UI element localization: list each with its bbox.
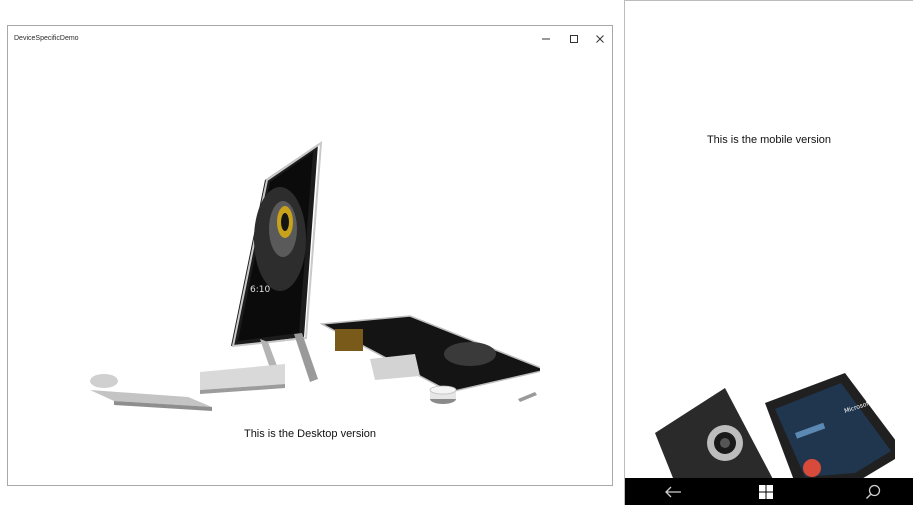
back-arrow-icon [665, 486, 681, 497]
desktop-caption: This is the Desktop version [243, 428, 377, 440]
title-bar[interactable]: DeviceSpecificDemo [8, 26, 612, 56]
search-button[interactable] [853, 478, 893, 505]
desktop-app-window: DeviceSpecificDemo 6:10 This is the Desk… [7, 25, 613, 486]
mobile-nav-bar [625, 478, 913, 505]
start-button[interactable] [746, 478, 786, 505]
minimize-button[interactable] [533, 26, 559, 52]
screen-clock: 6:10 [250, 285, 270, 295]
desktop-computer-image: 6:10 [90, 140, 540, 411]
phone-image: Microsoft [655, 373, 895, 483]
close-button[interactable] [587, 26, 613, 52]
maximize-icon [570, 35, 578, 43]
search-icon [866, 484, 881, 499]
mobile-caption: This is the mobile version [706, 134, 832, 146]
close-icon [596, 35, 604, 43]
mobile-screen: This is the mobile version Microsoft [624, 0, 913, 505]
minimize-icon [542, 38, 550, 40]
windows-logo-icon [759, 484, 773, 499]
maximize-button[interactable] [561, 26, 587, 52]
window-title: DeviceSpecificDemo [14, 35, 79, 42]
back-button[interactable] [653, 478, 693, 505]
